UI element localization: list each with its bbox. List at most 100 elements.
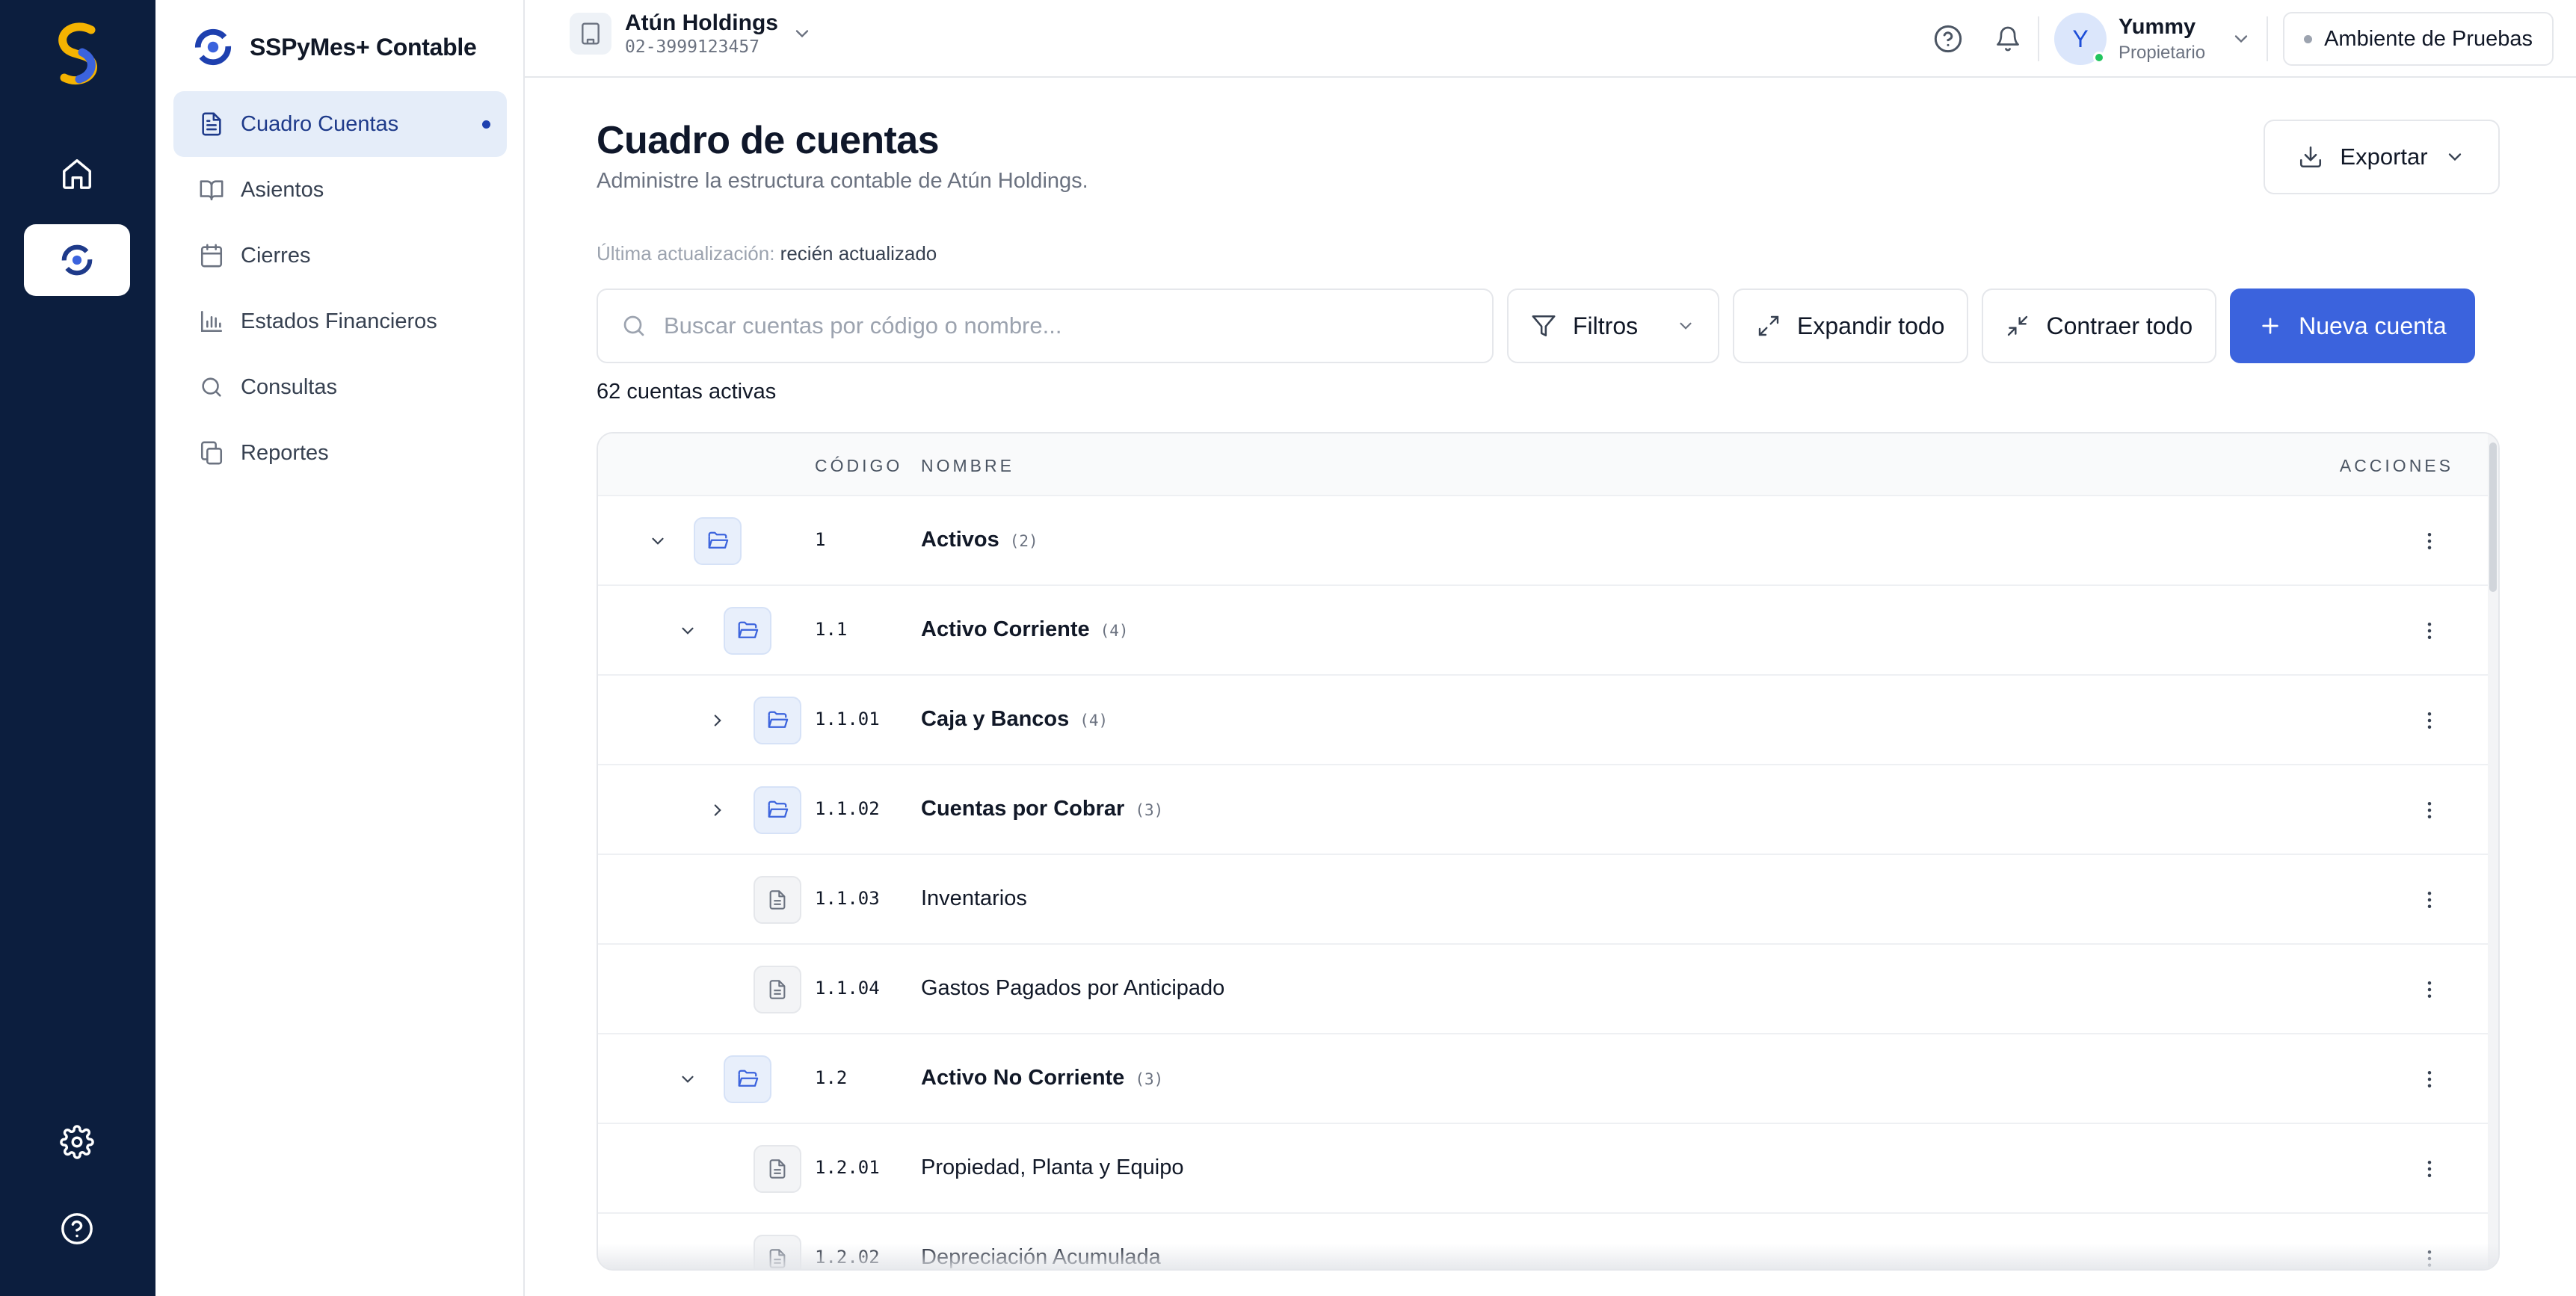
page-subtitle: Administre la estructura contable de Atú… (597, 169, 1088, 193)
row-actions-button[interactable] (2415, 975, 2444, 1005)
chevron-down-icon (682, 1076, 694, 1083)
online-status-dot (2093, 52, 2106, 64)
header-code: CÓDIGO (815, 456, 903, 475)
top-bar-actions: Y Yummy Propietario Ambiente de Pruebas (1918, 0, 2576, 78)
header-actions: ACCIONES (2339, 456, 2453, 475)
top-bar: Atún Holdings 02-3999123457 Y Yummy Prop… (525, 0, 2576, 78)
sidebar-item-cierres[interactable]: Cierres (173, 223, 507, 288)
file-badge (754, 966, 801, 1013)
account-name[interactable]: Caja y Bancos (4) (921, 707, 1108, 732)
folder-open-icon (708, 531, 729, 549)
app-logo-icon[interactable] (52, 22, 105, 87)
account-code: 1.2.01 (815, 1157, 880, 1178)
scrollbar-thumb[interactable] (2489, 442, 2497, 592)
table-row[interactable]: 1.2 Activo No Corriente (3) (598, 1034, 2498, 1124)
row-actions-button[interactable] (2415, 885, 2444, 915)
table-row[interactable]: 1.1.01 Caja y Bancos (4) (598, 676, 2498, 765)
gear-icon (60, 1125, 94, 1159)
child-count: (2) (1009, 532, 1038, 550)
account-name[interactable]: Inventarios (921, 886, 1027, 911)
rail-settings-button[interactable] (24, 1106, 130, 1178)
company-switcher[interactable]: Atún Holdings 02-3999123457 (570, 10, 813, 57)
table-body: 1 Activos (2) 1.1 Activo Corriente (4) 1.1.01 C… (598, 496, 2498, 1269)
account-name[interactable]: Activo No Corriente (3) (921, 1066, 1163, 1090)
sidebar-item-asientos[interactable]: Asientos (173, 157, 507, 223)
last-updated-value: recién actualizado (780, 242, 937, 265)
brand[interactable]: SSPyMes+ Contable (193, 27, 477, 67)
user-menu[interactable]: Y Yummy Propietario (2039, 13, 2267, 65)
account-name[interactable]: Activos (2) (921, 528, 1038, 552)
search-input[interactable] (664, 312, 1471, 339)
expand-all-button[interactable]: Expandir todo (1733, 288, 1969, 363)
bell-icon (1997, 26, 2019, 52)
folder-badge (754, 786, 801, 834)
app-root: SSPyMes+ Contable Cuadro Cuentas Asiento… (0, 0, 2576, 1296)
expand-toggle[interactable] (673, 616, 703, 646)
header-name: NOMBRE (921, 456, 1014, 475)
more-vertical-icon (2427, 533, 2432, 549)
row-actions-button[interactable] (2415, 706, 2444, 735)
account-name[interactable]: Activo Corriente (4) (921, 617, 1129, 642)
child-count: (3) (1135, 1070, 1164, 1088)
chevron-right-icon (714, 715, 721, 726)
sidebar-item-cuadro-cuentas[interactable]: Cuadro Cuentas (173, 91, 507, 157)
rail-accounting-button[interactable] (24, 224, 130, 296)
chevron-down-icon (795, 30, 809, 38)
home-icon (63, 159, 91, 189)
expand-toggle[interactable] (673, 1064, 703, 1094)
notifications-button[interactable] (1978, 9, 2038, 69)
avatar-initial: Y (2072, 25, 2089, 52)
table-row[interactable]: 1.1.02 Cuentas por Cobrar (3) (598, 765, 2498, 855)
rail-help-button[interactable] (24, 1193, 130, 1265)
row-actions-button[interactable] (2415, 526, 2444, 556)
expand-toggle[interactable] (703, 795, 733, 825)
table-row[interactable]: 1.1.03 Inventarios (598, 855, 2498, 945)
search-box[interactable] (597, 288, 1494, 363)
sidebar-item-estados-financieros[interactable]: Estados Financieros (173, 288, 507, 354)
new-account-button[interactable]: Nueva cuenta (2230, 288, 2475, 363)
divider (2267, 16, 2269, 61)
row-actions-button[interactable] (2415, 1064, 2444, 1094)
copy-icon (200, 441, 223, 465)
account-name-text: Gastos Pagados por Anticipado (921, 976, 1225, 1000)
help-button[interactable] (1918, 9, 1978, 69)
row-actions-button[interactable] (2415, 795, 2444, 825)
company-ruc: 02-3999123457 (625, 37, 760, 57)
sidebar-item-label: Cuadro Cuentas (241, 111, 399, 136)
environment-badge[interactable]: Ambiente de Pruebas (2283, 12, 2554, 66)
plus-icon (2262, 318, 2278, 334)
collapse-all-label: Contraer todo (2046, 312, 2193, 339)
row-actions-button[interactable] (2415, 616, 2444, 646)
sidebar: SSPyMes+ Contable Cuadro Cuentas Asiento… (155, 0, 525, 1296)
table-row[interactable]: 1.1 Activo Corriente (4) (598, 586, 2498, 676)
more-vertical-icon (2427, 802, 2432, 818)
table-scrollbar[interactable] (2488, 433, 2498, 1269)
avatar: Y (2054, 13, 2107, 65)
sidebar-item-reportes[interactable]: Reportes (173, 420, 507, 486)
search-icon (202, 377, 221, 397)
table-row[interactable]: 1 Activos (2) (598, 496, 2498, 586)
account-name[interactable]: Gastos Pagados por Anticipado (921, 976, 1224, 1001)
filters-button[interactable]: Filtros (1507, 288, 1719, 363)
sidebar-item-consultas[interactable]: Consultas (173, 354, 507, 420)
account-name[interactable]: Cuentas por Cobrar (3) (921, 797, 1163, 821)
row-actions-button[interactable] (2415, 1154, 2444, 1184)
table-row[interactable]: 1.1.04 Gastos Pagados por Anticipado (598, 945, 2498, 1034)
chevron-down-icon (652, 537, 664, 545)
expand-toggle[interactable] (643, 526, 673, 556)
more-vertical-icon (2427, 712, 2432, 729)
rail-home-button[interactable] (24, 138, 130, 209)
more-vertical-icon (2427, 1161, 2432, 1177)
chevron-down-icon (2234, 35, 2248, 43)
expand-toggle[interactable] (703, 706, 733, 735)
company-name: Atún Holdings (625, 10, 778, 35)
table-row[interactable]: 1.2.01 Propiedad, Planta y Equipo (598, 1124, 2498, 1214)
folder-open-icon (768, 800, 789, 818)
new-account-label: Nueva cuenta (2299, 312, 2447, 339)
account-name-text: Cuentas por Cobrar (921, 797, 1125, 821)
account-name-text: Activos (921, 528, 999, 552)
collapse-all-button[interactable]: Contraer todo (1982, 288, 2217, 363)
account-name[interactable]: Propiedad, Planta y Equipo (921, 1155, 1183, 1180)
filter-icon (1532, 315, 1556, 337)
export-button[interactable]: Exportar (2264, 120, 2500, 194)
